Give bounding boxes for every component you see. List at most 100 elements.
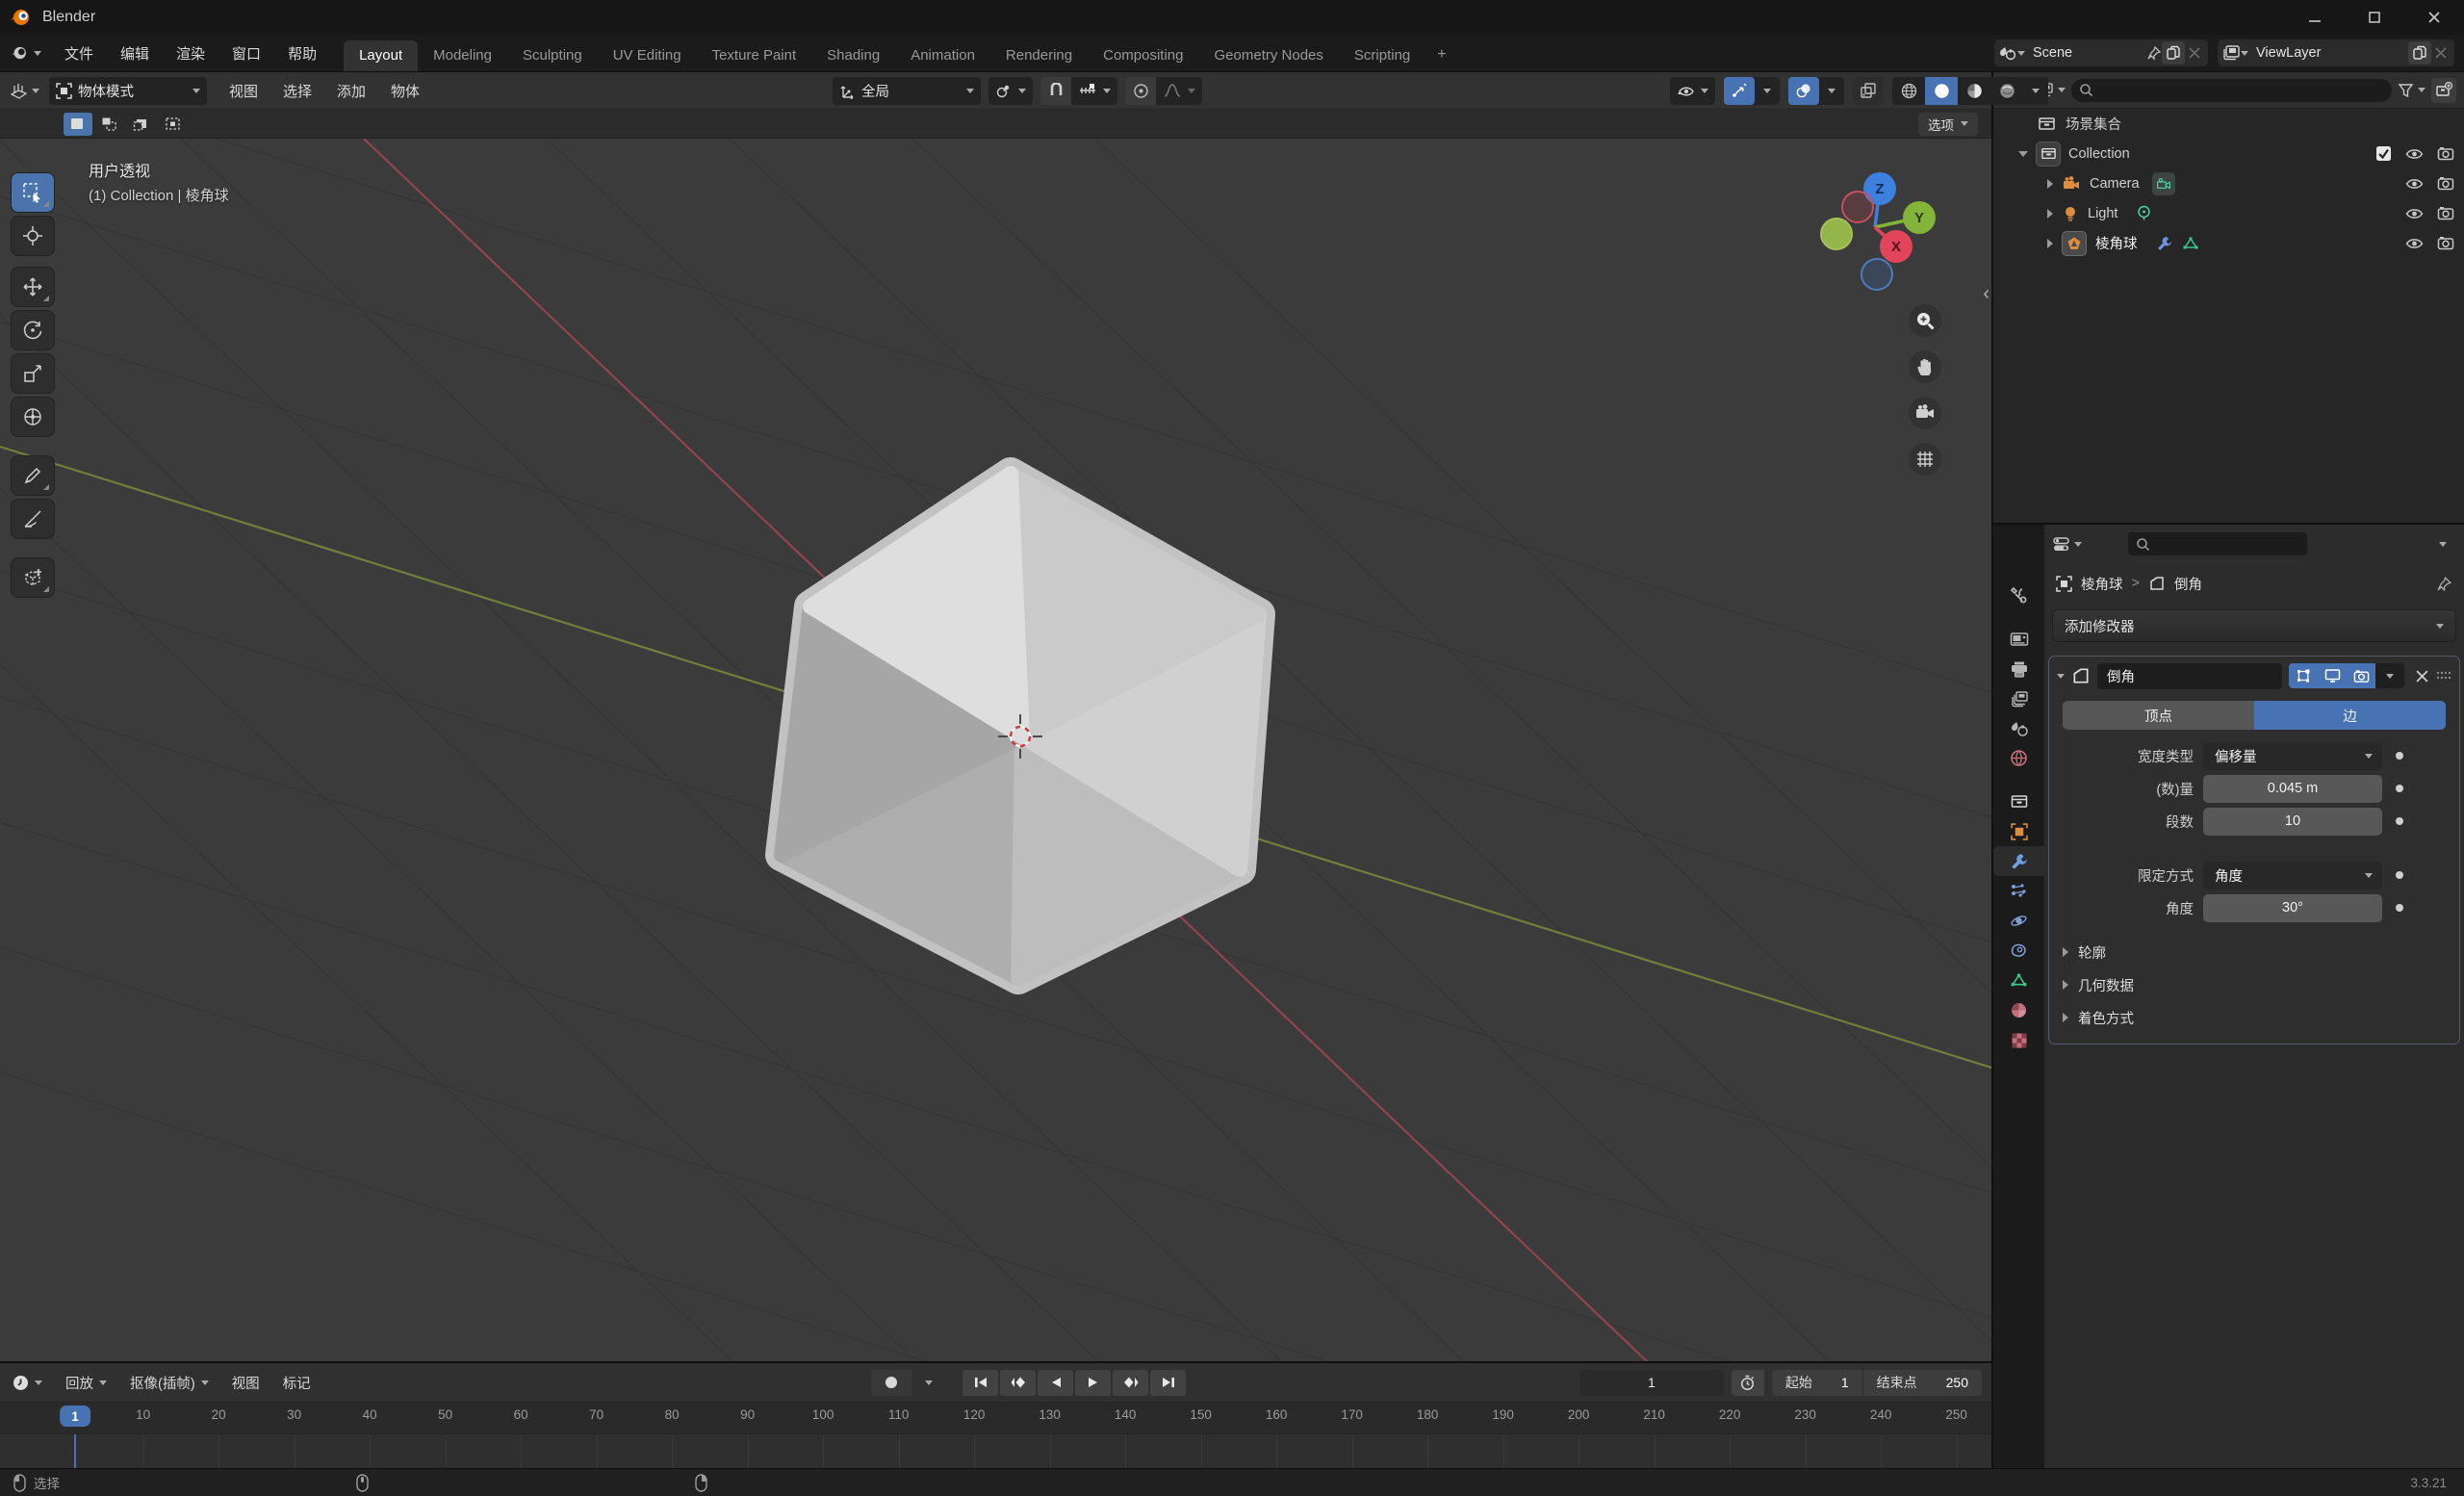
tool-scale[interactable]	[12, 354, 54, 393]
camera-data-badge[interactable]	[2151, 171, 2175, 195]
breadcrumb-object-name[interactable]: 棱角球	[2081, 574, 2123, 594]
maximize-button[interactable]	[2345, 0, 2404, 35]
frame-end-field[interactable]: 结束点 250	[1862, 1369, 1982, 1396]
tab-animation[interactable]: Animation	[895, 40, 990, 71]
play-button[interactable]	[1075, 1369, 1111, 1396]
blender-menu-button[interactable]	[0, 35, 51, 71]
segments-field[interactable]: 10	[2203, 807, 2382, 836]
render-camera-icon[interactable]	[2437, 206, 2454, 220]
tab-object-data[interactable]	[1993, 966, 2044, 995]
add-workspace-button[interactable]: +	[1425, 39, 1457, 71]
zoom-view-button[interactable]	[1909, 304, 1941, 337]
playback-menu[interactable]: 回放	[54, 1373, 118, 1393]
render-camera-icon[interactable]	[2437, 236, 2454, 250]
sidebar-collapse-arrow[interactable]: ‹	[1983, 283, 1989, 305]
gizmos-toggle[interactable]	[1724, 76, 1755, 105]
current-frame-indicator[interactable]: 1	[60, 1406, 90, 1427]
expand-light-icon[interactable]	[2047, 208, 2053, 219]
timeline-marker-menu[interactable]: 标记	[271, 1373, 322, 1393]
viewport-menu-select[interactable]: 选择	[270, 81, 324, 101]
timeline-view-menu[interactable]: 视图	[220, 1373, 271, 1393]
jump-to-end-button[interactable]	[1150, 1369, 1186, 1396]
expand-camera-icon[interactable]	[2047, 178, 2053, 189]
tab-vertices[interactable]: 顶点	[2063, 701, 2254, 730]
gizmo-z-neg-axis[interactable]	[1861, 258, 1893, 291]
viewlayer-name[interactable]: ViewLayer	[2248, 45, 2408, 61]
viewport-menu-view[interactable]: 视图	[217, 81, 270, 101]
tab-physics[interactable]	[1993, 906, 2044, 936]
proportional-falloff-selector[interactable]	[1156, 77, 1202, 105]
editor-type-button[interactable]	[0, 82, 49, 100]
menu-window[interactable]: 窗口	[218, 35, 274, 71]
width-type-dropdown[interactable]: 偏移量	[2203, 741, 2382, 770]
proportional-editing-toggle[interactable]	[1125, 76, 1156, 105]
pin-icon[interactable]	[2146, 45, 2162, 61]
tab-compositing[interactable]: Compositing	[1088, 40, 1198, 71]
tool-cursor[interactable]	[12, 217, 54, 255]
tab-scripting[interactable]: Scripting	[1339, 40, 1425, 71]
pivot-point-selector[interactable]	[988, 76, 1033, 105]
close-button[interactable]	[2404, 0, 2464, 35]
navigation-gizmo[interactable]: Z Y X	[1803, 152, 1947, 297]
outliner-row-camera[interactable]: Camera	[1993, 168, 2464, 198]
section-profile[interactable]: 轮廓	[2049, 936, 2459, 968]
tool-transform[interactable]	[12, 398, 54, 436]
tab-layout[interactable]: Layout	[344, 40, 419, 71]
prev-keyframe-button[interactable]	[1000, 1369, 1036, 1396]
tab-rendering[interactable]: Rendering	[990, 40, 1088, 71]
snap-target-selector[interactable]	[1071, 77, 1117, 105]
viewport-menu-add[interactable]: 添加	[324, 81, 378, 101]
section-geometry[interactable]: 几何数据	[2049, 968, 2459, 1001]
pan-view-button[interactable]	[1909, 350, 1941, 383]
new-collection-button[interactable]	[2431, 77, 2456, 103]
tab-output[interactable]	[1993, 654, 2044, 684]
modifier-render-toggle[interactable]	[2347, 663, 2375, 688]
overlays-toggle[interactable]	[1788, 76, 1819, 105]
tab-uv-editing[interactable]: UV Editing	[598, 40, 697, 71]
properties-search-field[interactable]	[2128, 532, 2307, 555]
shading-dropdown[interactable]	[2023, 77, 2048, 105]
shading-solid-button[interactable]	[1925, 76, 1958, 105]
viewport-3d[interactable]: 用户透视 (1) Collection | 棱角球 Z Y X ‹	[0, 139, 1991, 1361]
tab-particles[interactable]	[1993, 876, 2044, 906]
tab-world[interactable]	[1993, 743, 2044, 773]
modifier-name-field[interactable]: 倒角	[2097, 662, 2282, 689]
tab-collection[interactable]	[1993, 787, 2044, 816]
tab-tool[interactable]	[1993, 580, 2044, 610]
transform-orientation-selector[interactable]: 全局	[833, 76, 981, 105]
section-shading[interactable]: 着色方式	[2049, 1001, 2459, 1034]
next-keyframe-button[interactable]	[1113, 1369, 1148, 1396]
pin-icon[interactable]	[2436, 576, 2452, 592]
jump-to-start-button[interactable]	[962, 1369, 998, 1396]
viewport-menu-object[interactable]: 物体	[378, 81, 432, 101]
tab-constraints[interactable]	[1993, 936, 2044, 966]
mode-selector[interactable]: 物体模式	[49, 76, 207, 105]
tab-render[interactable]	[1993, 624, 2044, 654]
play-reverse-button[interactable]	[1038, 1369, 1073, 1396]
tab-edges[interactable]: 边	[2254, 701, 2446, 730]
render-camera-icon[interactable]	[2437, 176, 2454, 191]
limit-method-dropdown[interactable]: 角度	[2203, 861, 2382, 890]
keying-set-dropdown[interactable]	[914, 1369, 943, 1396]
eye-visible-icon[interactable]	[2405, 177, 2424, 191]
timeline-editor-type-button[interactable]	[0, 1374, 54, 1392]
animate-dot[interactable]	[2396, 904, 2403, 912]
gizmo-x-neg-axis[interactable]	[1841, 191, 1874, 223]
chevron-down-icon[interactable]	[2241, 50, 2248, 56]
tab-sculpting[interactable]: Sculpting	[507, 40, 598, 71]
minimize-button[interactable]	[2285, 0, 2345, 35]
modifier-wrench-icon[interactable]	[2156, 235, 2173, 252]
close-modifier-icon[interactable]	[2415, 669, 2429, 684]
overlays-dropdown[interactable]	[1819, 76, 1844, 105]
tab-modeling[interactable]: Modeling	[418, 40, 507, 71]
modifier-realtime-toggle[interactable]	[2318, 663, 2347, 688]
properties-options-chevron[interactable]	[2439, 541, 2447, 547]
tool-move[interactable]	[12, 268, 54, 306]
auto-keying-toggle[interactable]	[871, 1369, 911, 1396]
menu-help[interactable]: 帮助	[274, 35, 330, 71]
tab-shading[interactable]: Shading	[811, 40, 895, 71]
keying-menu[interactable]: 抠像(插帧)	[118, 1373, 220, 1393]
light-data-icon[interactable]	[2136, 205, 2152, 221]
tab-view-layer[interactable]	[1993, 684, 2044, 713]
mesh-data-icon[interactable]	[2182, 236, 2199, 251]
